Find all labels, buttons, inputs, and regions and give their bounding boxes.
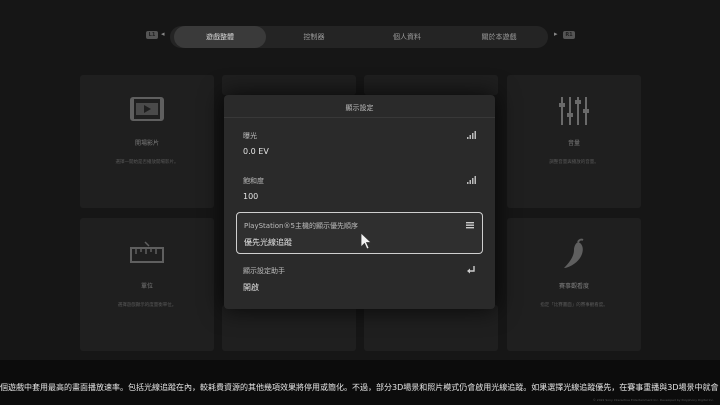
signal-bars-icon [467, 176, 476, 184]
tab-profile[interactable]: 個人資料 [360, 26, 454, 48]
setting-value: 100 [243, 192, 259, 201]
tile-hidden-2[interactable] [364, 75, 498, 95]
help-description-text: 個遊戲中套用最高的畫面播放速率。包括光線追蹤在內，較耗費資源的其他幾項效果將停用… [0, 383, 719, 392]
tile-race-viewing[interactable]: 賽事觀看度 指定「比賽畫面」的賽事觀看度。 [507, 218, 641, 351]
setting-saturation[interactable]: 飽和度 100 [236, 168, 483, 210]
ruler-icon [80, 240, 214, 272]
tile-title: 單位 [140, 283, 153, 290]
tile-volume[interactable]: 音量 調整音量與播放的音量。 [507, 75, 641, 208]
film-icon [80, 95, 214, 127]
tile-title: 音量 [567, 140, 580, 147]
display-settings-dialog: 顯示設定 曝光 0.0 EV 飽和度 100 PlayStation®5主機的顯… [224, 95, 495, 309]
setting-label: 飽和度 [243, 177, 264, 185]
tile-description: 指定「比賽畫面」的賽事觀看度。 [540, 303, 608, 308]
setting-label: 顯示設定助手 [243, 267, 285, 275]
tab-about-game[interactable]: 關於本遊戲 [454, 26, 544, 48]
menu-icon [466, 222, 474, 229]
top-navigation: L1 ◂ 遊戲整體 控制器 個人資料 關於本遊戲 ▸ R1 [0, 26, 720, 50]
setting-exposure[interactable]: 曝光 0.0 EV [236, 123, 483, 165]
tile-title: 開場影片 [134, 140, 159, 147]
game-settings-screen: { "nav": { "left_hint": "L1", "right_hin… [0, 0, 720, 405]
tile-hidden-4[interactable] [364, 305, 498, 351]
mouse-cursor-icon [360, 232, 373, 250]
tile-opening-movie[interactable]: 開場影片 選擇一開始是否播放開場影片。 [80, 75, 214, 208]
setting-label: PlayStation®5主機的顯示優先順序 [244, 222, 358, 230]
enter-icon [467, 266, 475, 274]
tab-game-overall[interactable]: 遊戲整體 [174, 26, 266, 48]
chili-icon [507, 238, 641, 276]
sliders-icon [507, 95, 641, 131]
tile-hidden-3[interactable] [222, 305, 356, 351]
setting-display-assistant[interactable]: 顯示設定助手 開啟 [236, 258, 483, 300]
tile-units[interactable]: 單位 選擇遊戲顯示的度量衡單位。 [80, 218, 214, 351]
setting-label: 曝光 [243, 132, 257, 140]
r1-button-hint-icon[interactable]: R1 [563, 31, 575, 39]
signal-bars-icon [467, 131, 476, 139]
tab-controller[interactable]: 控制器 [270, 26, 358, 48]
help-description-bar: 個遊戲中套用最高的畫面播放速率。包括光線追蹤在內，較耗費資源的其他幾項效果將停用… [0, 360, 720, 405]
l1-button-hint-icon[interactable]: L1 [146, 31, 158, 39]
divider [224, 117, 495, 118]
setting-value: 優先光線追蹤 [244, 238, 292, 247]
tile-description: 選擇一開始是否播放開場影片。 [115, 160, 179, 165]
dialog-title: 顯示設定 [345, 104, 374, 112]
copyright-text: © 2022 Sony Interactive Entertainment In… [592, 398, 714, 402]
arrow-right-icon: ▸ [554, 30, 558, 38]
tile-title: 賽事觀看度 [558, 283, 589, 290]
setting-value: 開啟 [243, 283, 259, 292]
tab-bar: 遊戲整體 控制器 個人資料 關於本遊戲 [170, 26, 548, 48]
arrow-left-icon: ◂ [161, 30, 165, 38]
tile-hidden-1[interactable] [222, 75, 356, 95]
tile-description: 調整音量與播放的音量。 [549, 160, 599, 165]
tile-description: 選擇遊戲顯示的度量衡單位。 [117, 303, 177, 308]
setting-value: 0.0 EV [243, 147, 269, 156]
